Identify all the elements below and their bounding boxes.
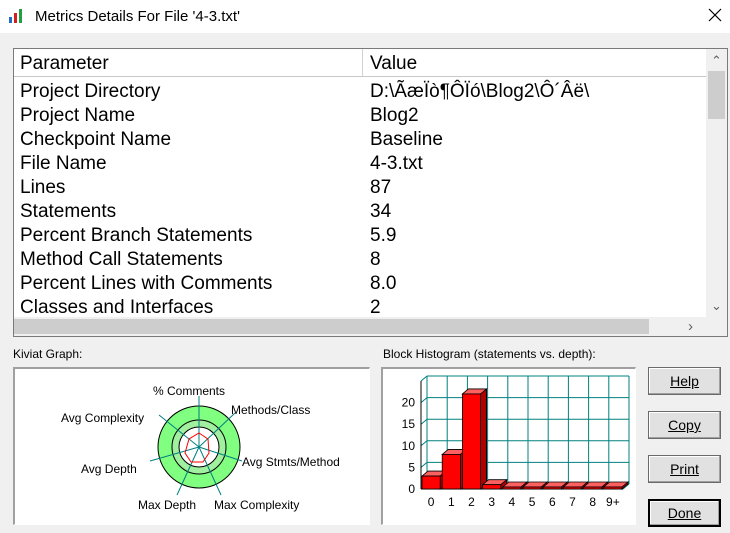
grid-line	[420, 440, 428, 447]
app-icon	[9, 9, 22, 23]
scrollbar-corner	[706, 317, 727, 336]
y-tick-label: 5	[408, 460, 415, 474]
axis-label-avg-complexity: Avg Complexity	[61, 411, 145, 425]
x-tick-label: 3	[488, 495, 495, 509]
histogram-label: Block Histogram (statements vs. depth):	[383, 347, 596, 361]
histogram-panel: 0 5 10 15 20 0 1 2 3 4 5 6 7 8 9+	[381, 367, 636, 525]
table-row[interactable]: File Name 4-3.txt	[14, 152, 706, 176]
table-row[interactable]: Method Call Statements 8	[14, 248, 706, 272]
histogram-bar	[441, 454, 461, 490]
parameter-cell: Lines	[20, 177, 66, 198]
y-tick-label: 15	[402, 417, 416, 431]
axis-label-avg-depth: Avg Depth	[81, 462, 137, 476]
table-row[interactable]: Percent Branch Statements 5.9	[14, 224, 706, 248]
table-row[interactable]: Checkpoint Name Baseline	[14, 128, 706, 152]
histogram-bar	[562, 486, 582, 490]
parameter-cell: Project Directory	[20, 81, 161, 102]
list-header: Parameter Value	[14, 49, 706, 77]
axis-label-comments: % Comments	[153, 384, 226, 398]
kiviat-panel: % Comments Methods/Class Avg Stmts/Metho…	[13, 367, 370, 525]
x-tick-label: 9+	[606, 495, 620, 509]
horizontal-scroll-thumb[interactable]	[14, 319, 649, 334]
histogram-bar	[421, 475, 441, 490]
axis-label-methods-class: Methods/Class	[231, 403, 311, 417]
title-bar: Metrics Details For File '4-3.txt'	[0, 0, 730, 33]
parameter-cell: Statements	[20, 201, 117, 222]
value-cell: 34	[370, 201, 392, 222]
table-row[interactable]: Statements 34	[14, 200, 706, 224]
scroll-right-icon[interactable]: ›	[688, 319, 693, 334]
value-cell: 4-3.txt	[370, 153, 423, 174]
histogram-bar	[462, 393, 482, 490]
value-cell: 5.9	[370, 225, 397, 246]
horizontal-scrollbar[interactable]: ›	[14, 317, 706, 336]
grid-line	[420, 375, 428, 382]
histogram-bar	[583, 486, 603, 490]
axis-label-max-depth: Max Depth	[138, 498, 197, 512]
y-tick-label: 10	[402, 439, 416, 453]
value-cell: Baseline	[370, 129, 443, 150]
x-tick-label: 7	[569, 495, 576, 509]
window-title: Metrics Details For File '4-3.txt'	[35, 8, 240, 25]
y-tick-label: 20	[402, 396, 416, 410]
x-tick-label: 0	[428, 495, 435, 509]
parameter-cell: Percent Branch Statements	[20, 225, 253, 246]
axis-label-avg-stmts: Avg Stmts/Method	[242, 455, 340, 469]
metrics-list[interactable]: Parameter Value Project Directory D:\ÃæÏò…	[13, 48, 728, 337]
help-button[interactable]: Help	[648, 367, 721, 395]
table-row[interactable]: Percent Lines with Comments 8.0	[14, 272, 706, 296]
x-tick-label: 2	[468, 495, 475, 509]
x-tick-label: 4	[509, 495, 516, 509]
x-tick-label: 5	[529, 495, 536, 509]
copy-button[interactable]: Copy	[648, 411, 721, 439]
parameter-cell: Project Name	[20, 105, 136, 126]
vertical-scrollbar[interactable]: ⌃ ⌄	[706, 49, 727, 319]
block-histogram: 051015200 1 2 3 4 5 6 7 8 9+	[402, 375, 630, 509]
parameter-cell: Method Call Statements	[20, 249, 223, 270]
close-icon	[708, 8, 722, 22]
value-cell: 8	[370, 249, 381, 270]
bar-side	[480, 388, 487, 490]
value-cell: D:\ÃæÏò¶ÔÏó\Blog2\Ô´Âë\	[370, 81, 590, 102]
value-cell: 8.0	[370, 273, 397, 294]
kiviat-label: Kiviat Graph:	[13, 347, 83, 361]
histogram-bar	[522, 486, 542, 490]
parameter-cell: File Name	[20, 153, 107, 174]
y-tick-label: 0	[408, 482, 415, 496]
histogram-bar	[603, 486, 623, 490]
done-button[interactable]: Done	[648, 499, 721, 527]
column-header-value[interactable]: Value	[364, 49, 706, 76]
histogram-bar	[542, 486, 562, 490]
table-row[interactable]: Lines 87	[14, 176, 706, 200]
grid-line	[420, 462, 428, 468]
value-cell: 87	[370, 177, 392, 198]
parameter-cell: Checkpoint Name	[20, 129, 172, 150]
table-row[interactable]: Project Name Blog2	[14, 104, 706, 128]
histogram-bar	[502, 486, 522, 490]
column-header-parameter[interactable]: Parameter	[14, 49, 363, 76]
axis-label-max-complexity: Max Complexity	[214, 498, 300, 512]
print-button[interactable]: Print	[648, 455, 721, 483]
scroll-up-icon[interactable]: ⌃	[711, 54, 722, 67]
close-button[interactable]	[700, 0, 730, 30]
parameter-cell: Percent Lines with Comments	[20, 273, 273, 294]
x-tick-label: 1	[448, 495, 455, 509]
scroll-down-icon[interactable]: ⌄	[711, 299, 722, 312]
x-tick-label: 6	[549, 495, 556, 509]
histogram-bar	[482, 484, 502, 490]
grid-line	[420, 418, 428, 425]
table-row[interactable]: Project Directory D:\ÃæÏò¶ÔÏó\Blog2\Ô´Âë\	[14, 80, 706, 104]
vertical-scroll-thumb[interactable]	[708, 71, 725, 119]
grid-line	[420, 397, 428, 403]
value-cell: Blog2	[370, 105, 419, 126]
x-tick-label: 8	[589, 495, 596, 509]
